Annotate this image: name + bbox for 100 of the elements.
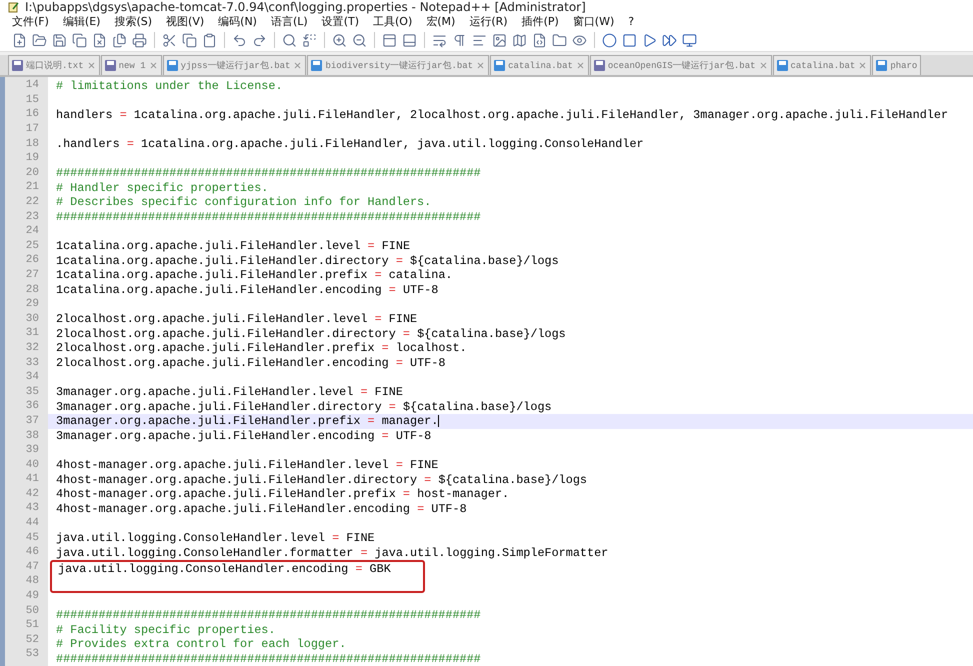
code-line: .handlers = 1catalina.org.apache.juli.FileHandler, java.util.logging.ConsoleHandler (55, 136, 645, 152)
line-number: 45 (24, 530, 40, 546)
code-line: 1catalina.org.apache.juli.FileHandler.directory = ${catalina.base}/logs (55, 253, 560, 268)
record-icon[interactable] (602, 32, 617, 48)
line-number: 21 (24, 180, 40, 195)
pilcrow-icon[interactable] (452, 32, 467, 48)
menu-item[interactable]: 宏(M) (426, 14, 456, 30)
line-number: 44 (24, 516, 40, 531)
menu-item[interactable]: 视图(V) (166, 14, 204, 30)
code-line: # Facility specific properties. (55, 622, 276, 637)
code-line: 4host-manager.org.apache.juli.FileHandler.encoding = UTF-8 (55, 501, 468, 516)
code-line: # limitations under the License. (55, 78, 284, 93)
line-number: 42 (24, 486, 40, 502)
line-number: 38 (24, 428, 40, 444)
menu-item[interactable]: 窗口(W) (572, 14, 614, 30)
line-number: 22 (24, 195, 40, 210)
panel-bottom-icon[interactable] (402, 32, 417, 48)
file-tab[interactable]: biodiversity一键运行jar包.bat (307, 55, 490, 76)
image-icon[interactable] (492, 32, 507, 48)
menu-item[interactable]: ? (628, 15, 634, 28)
line-number: 28 (24, 282, 40, 298)
menu-item[interactable]: 语言(L) (270, 14, 308, 30)
code-line: ############################################################ (55, 651, 482, 666)
line-number: 32 (24, 340, 40, 356)
open-folder-icon[interactable] (32, 32, 47, 48)
redo-icon[interactable] (252, 32, 267, 48)
line-number: 26 (24, 253, 40, 268)
line-number: 16 (24, 107, 40, 122)
file-tab[interactable]: yjpss一键运行jar包.bat (162, 55, 306, 76)
code-line: 2localhost.org.apache.juli.FileHandler.level = FINE (55, 312, 418, 326)
cut-icon[interactable] (162, 32, 177, 48)
folder-icon[interactable] (552, 32, 567, 48)
line-number: 18 (24, 136, 40, 152)
search-icon[interactable] (282, 32, 297, 48)
line-number: 24 (24, 224, 40, 239)
code-line: ############################################################ (55, 210, 482, 224)
save-icon[interactable] (52, 32, 67, 48)
menu-item[interactable]: 设置(T) (322, 14, 359, 30)
line-number: 51 (24, 618, 40, 633)
line-number: 52 (24, 632, 40, 648)
line-number: 48 (24, 574, 40, 590)
code-line: 2localhost.org.apache.juli.FileHandler.directory = ${catalina.base}/logs (55, 326, 567, 341)
close-file-icon[interactable] (92, 32, 107, 48)
code-line: 4host-manager.org.apache.juli.FileHandler.directory = ${catalina.base}/logs (55, 472, 588, 487)
code-line: java.util.logging.ConsoleHandler.formatter = java.util.logging.SimpleFormatter (55, 545, 610, 560)
code-line: java.util.logging.ConsoleHandler.encoding = GBK (57, 562, 392, 576)
line-number: 50 (24, 604, 40, 618)
file-tab[interactable]: catalina.bat (772, 55, 872, 76)
wrap-text-icon[interactable] (432, 32, 447, 48)
line-number: 39 (24, 443, 40, 458)
play-icon[interactable] (642, 32, 657, 48)
menu-item[interactable]: 工具(O) (373, 14, 412, 30)
code-line: # Describes specific configuration info for Handlers. (55, 195, 432, 210)
code-line: 1catalina.org.apache.juli.FileHandler.level = FINE (55, 238, 412, 254)
replace-icon[interactable] (302, 32, 317, 48)
line-number: 14 (24, 78, 40, 93)
code-line: 3manager.org.apache.juli.FileHandler.level = FINE (55, 384, 404, 400)
new-file-icon[interactable] (12, 32, 27, 48)
line-number: 46 (24, 545, 40, 560)
code-line: 3manager.org.apache.juli.FileHandler.encoding = UTF-8 (55, 428, 432, 444)
line-number: 43 (24, 501, 40, 516)
file-tab[interactable]: oceanOpenGIS一键运行jar包.bat (590, 55, 772, 76)
menu-item[interactable]: 文件(F) (12, 14, 49, 30)
code-line: 1catalina.org.apache.juli.FileHandler.encoding = UTF-8 (55, 282, 440, 298)
line-number: 19 (24, 151, 40, 166)
paste-icon[interactable] (202, 32, 217, 48)
line-number: 47 (24, 560, 40, 574)
line-number: 27 (24, 268, 40, 283)
code-line: ############################################################ (55, 608, 482, 622)
file-tab[interactable]: new 1 (100, 55, 162, 76)
code-line: 4host-manager.org.apache.juli.FileHandler.prefix = host-manager. (55, 486, 510, 502)
print-icon[interactable] (132, 32, 147, 48)
code-line: # Handler specific properties. (55, 180, 270, 195)
menu-item[interactable]: 运行(R) (469, 14, 508, 30)
code-line: handlers = 1catalina.org.apache.juli.FileHandler, 2localhost.org.apache.juli.FileHandler, 3manager.org.apache.juli.FileHandler (55, 107, 950, 122)
zoom-out-icon[interactable] (352, 32, 367, 48)
line-number: 36 (24, 399, 40, 414)
code-line: # Provides extra control for each logger. (55, 636, 348, 652)
file-tab[interactable]: 端口说明.txt (8, 55, 100, 76)
menu-item[interactable]: 搜索(S) (114, 14, 152, 30)
line-number: 33 (24, 356, 40, 370)
code-line: 1catalina.org.apache.juli.FileHandler.prefix = catalina. (55, 268, 454, 283)
eye-icon[interactable] (572, 32, 587, 48)
map-icon[interactable] (512, 32, 527, 48)
zoom-in-icon[interactable] (332, 32, 347, 48)
panel-top-icon[interactable] (382, 32, 397, 48)
line-number: 49 (24, 589, 40, 604)
copy-icon[interactable] (182, 32, 197, 48)
stop-icon[interactable] (622, 32, 637, 48)
code-line: ############################################################ (55, 166, 482, 180)
line-number: 29 (24, 297, 40, 312)
menu-item[interactable]: 编码(N) (218, 14, 257, 30)
file-tab[interactable]: pharo (872, 55, 922, 76)
menu-item[interactable]: 插件(P) (522, 14, 559, 30)
fast-forward-icon[interactable] (662, 32, 677, 48)
menu-item[interactable]: 编辑(E) (62, 14, 100, 30)
undo-icon[interactable] (232, 32, 247, 48)
line-number: 35 (24, 384, 40, 400)
notepad-app-icon (8, 2, 19, 12)
file-tab[interactable]: catalina.bat (490, 55, 589, 76)
